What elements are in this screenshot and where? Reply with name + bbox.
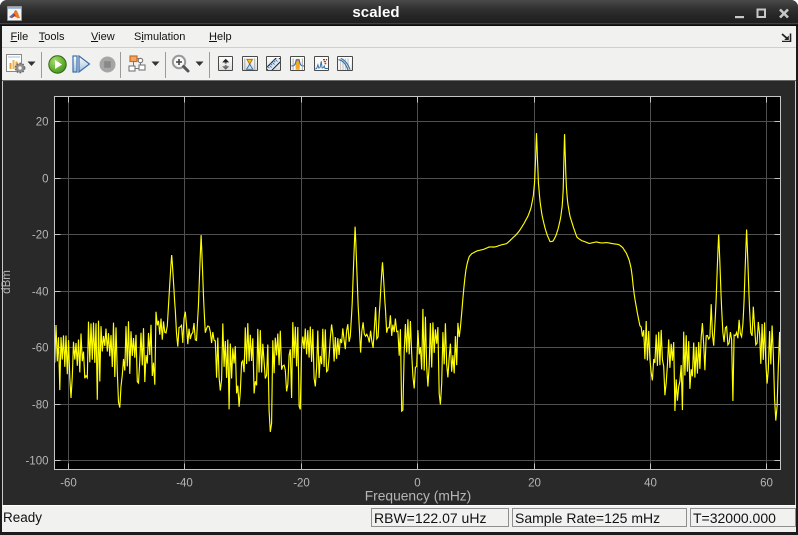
svg-text:20: 20 — [528, 478, 541, 490]
svg-text:Frequency (mHz): Frequency (mHz) — [365, 489, 472, 504]
svg-text:-80: -80 — [32, 399, 49, 411]
svg-text:20: 20 — [36, 116, 49, 128]
svg-text:-20: -20 — [32, 229, 49, 241]
svg-text:-60: -60 — [32, 342, 49, 354]
svg-text:-20: -20 — [293, 478, 310, 490]
svg-text:40: 40 — [644, 478, 657, 490]
svg-text:60: 60 — [760, 478, 773, 490]
svg-text:-40: -40 — [176, 478, 193, 490]
svg-text:-100: -100 — [25, 455, 48, 467]
svg-text:-60: -60 — [60, 478, 77, 490]
svg-text:0: 0 — [42, 173, 48, 185]
svg-text:-40: -40 — [32, 286, 49, 298]
